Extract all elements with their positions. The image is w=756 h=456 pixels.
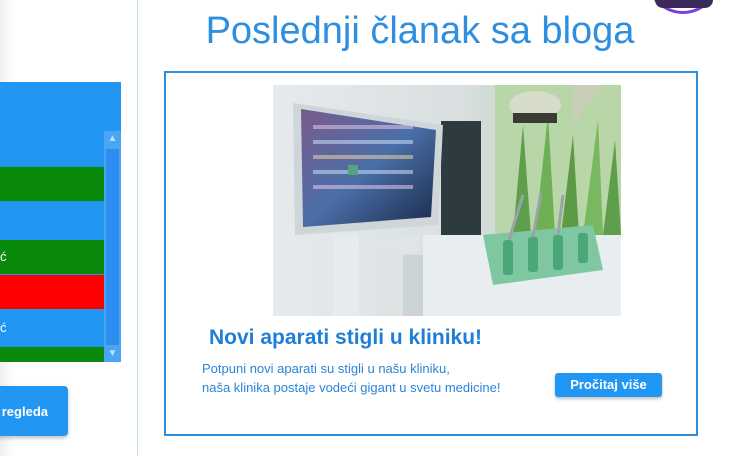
list-item[interactable]: ć bbox=[0, 240, 104, 274]
list-item[interactable] bbox=[0, 347, 104, 362]
appointment-list[interactable]: ć ć ▲ ▼ bbox=[0, 82, 121, 362]
list-scrollbar[interactable]: ▲ ▼ bbox=[104, 131, 121, 362]
post-excerpt-line: naša klinika postaje vodeći gigant u sve… bbox=[202, 380, 501, 395]
list-item[interactable] bbox=[0, 167, 104, 201]
post-title[interactable]: Novi aparati stigli u kliniku! bbox=[209, 326, 482, 350]
post-excerpt: Potpuni novi aparati su stigli u našu kl… bbox=[202, 359, 500, 397]
list-item-label: ć bbox=[0, 249, 7, 264]
read-more-button[interactable]: Pročitaj više bbox=[555, 373, 662, 397]
list-item[interactable] bbox=[0, 82, 104, 131]
arrow-up-icon[interactable]: ▲ bbox=[104, 131, 121, 147]
avatar-image bbox=[655, 0, 713, 8]
list-item[interactable] bbox=[0, 202, 104, 239]
appointments-button-label: regleda bbox=[1, 403, 48, 419]
blog-post-card: Novi aparati stigli u kliniku! Potpuni n… bbox=[164, 71, 698, 436]
scrollbar-thumb[interactable] bbox=[106, 149, 119, 345]
appointments-button[interactable]: regleda bbox=[0, 386, 68, 436]
page-title: Poslednji članak sa bloga bbox=[205, 10, 635, 52]
list-item-label: ć bbox=[0, 320, 7, 335]
post-excerpt-line: Potpuni novi aparati su stigli u našu kl… bbox=[202, 361, 450, 376]
list-item[interactable]: ć bbox=[0, 310, 104, 346]
list-item[interactable] bbox=[0, 275, 104, 309]
arrow-down-icon[interactable]: ▼ bbox=[104, 346, 121, 362]
column-divider bbox=[137, 0, 138, 456]
list-item[interactable] bbox=[0, 131, 104, 166]
post-image bbox=[273, 85, 621, 316]
